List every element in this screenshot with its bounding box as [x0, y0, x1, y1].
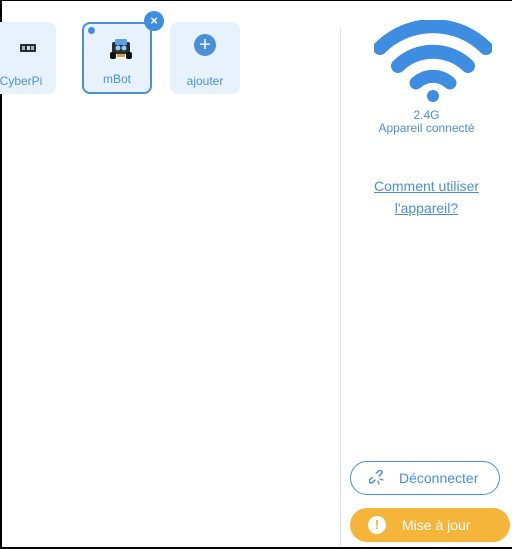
connection-status-text: Appareil connecté — [378, 121, 475, 135]
plus-icon: + — [194, 34, 216, 56]
update-label: Mise à jour — [402, 517, 471, 533]
disconnect-label: Déconnecter — [399, 470, 479, 486]
panel-divider — [340, 28, 341, 547]
help-link-line2: l'appareil? — [394, 200, 459, 216]
remove-device-close-icon[interactable]: × — [144, 11, 164, 31]
cyberpi-board-icon — [20, 44, 36, 52]
add-device-label: ajouter — [186, 74, 224, 88]
device-card-cyberpi[interactable]: CyberPi — [0, 22, 56, 94]
wifi-band-label: 2.4G — [413, 108, 440, 122]
connection-status-dot — [88, 27, 95, 34]
device-label-cyberpi: CyberPi — [0, 74, 43, 88]
help-link-line1: Comment utiliser — [373, 178, 480, 194]
device-help-link[interactable]: Comment utiliser l'appareil? — [341, 175, 512, 219]
alert-icon: ! — [368, 516, 386, 534]
window-border-top — [0, 0, 512, 1]
add-device-button[interactable]: + ajouter — [170, 22, 240, 94]
mbot-robot-icon — [110, 39, 132, 59]
device-label-mbot: mBot — [102, 72, 131, 86]
update-button[interactable]: ! Mise à jour — [350, 508, 510, 542]
broken-link-icon — [369, 470, 384, 485]
disconnect-button[interactable]: Déconnecter — [350, 461, 500, 495]
wifi-icon — [374, 20, 492, 102]
